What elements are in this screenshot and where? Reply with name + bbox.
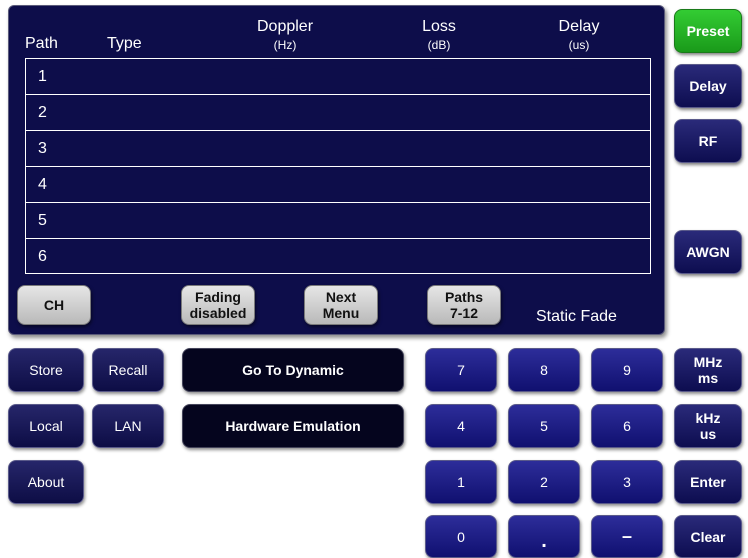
- path-number: 3: [38, 140, 47, 157]
- key-decimal[interactable]: .: [508, 515, 580, 558]
- paths-button-line2: 7-12: [449, 305, 479, 321]
- table-row[interactable]: 1: [26, 59, 650, 95]
- header-loss-label: Loss: [422, 18, 456, 35]
- preset-button[interactable]: Preset: [674, 9, 742, 53]
- table-row[interactable]: 5: [26, 203, 650, 239]
- key-7[interactable]: 7: [425, 348, 497, 392]
- ch-button-label: CH: [43, 297, 65, 313]
- header-loss-unit: (dB): [427, 38, 451, 52]
- table-row[interactable]: 3: [26, 131, 650, 167]
- recall-button[interactable]: Recall: [92, 348, 164, 392]
- header-delay-unit: (us): [568, 38, 590, 52]
- fade-mode-status: Static Fade: [536, 308, 617, 325]
- about-button[interactable]: About: [8, 460, 84, 504]
- delay-button[interactable]: Delay: [674, 64, 742, 108]
- mhz-ms-button[interactable]: MHz ms: [674, 348, 742, 392]
- key-4[interactable]: 4: [425, 404, 497, 448]
- header-path: Path: [25, 35, 58, 52]
- ms-label: ms: [697, 370, 719, 386]
- header-delay: Delay (us): [549, 18, 609, 52]
- clear-button[interactable]: Clear: [674, 515, 742, 558]
- key-0[interactable]: 0: [425, 515, 497, 558]
- hardware-emulation-button[interactable]: Hardware Emulation: [182, 404, 404, 448]
- key-1[interactable]: 1: [425, 460, 497, 504]
- fading-button-line1: Fading: [195, 289, 241, 305]
- key-2[interactable]: 2: [508, 460, 580, 504]
- fading-button-line2: disabled: [189, 305, 247, 321]
- header-loss: Loss (dB): [409, 18, 469, 52]
- store-button[interactable]: Store: [8, 348, 84, 392]
- path-number: 2: [38, 104, 47, 121]
- lan-button[interactable]: LAN: [92, 404, 164, 448]
- path-table: 1 2 3 4 5 6: [25, 58, 651, 274]
- table-row[interactable]: 2: [26, 95, 650, 131]
- path-number: 4: [38, 176, 47, 193]
- path-number: 1: [38, 68, 47, 85]
- next-menu-button[interactable]: Next Menu: [304, 285, 378, 325]
- awgn-button[interactable]: AWGN: [674, 230, 742, 274]
- header-doppler-unit: (Hz): [273, 38, 297, 52]
- enter-button[interactable]: Enter: [674, 460, 742, 504]
- table-row[interactable]: 6: [26, 239, 650, 275]
- local-button[interactable]: Local: [8, 404, 84, 448]
- key-minus[interactable]: –: [591, 515, 663, 558]
- header-delay-label: Delay: [558, 18, 600, 35]
- khz-us-button[interactable]: kHz us: [674, 404, 742, 448]
- key-5[interactable]: 5: [508, 404, 580, 448]
- paths-button[interactable]: Paths 7-12: [427, 285, 501, 325]
- table-row[interactable]: 4: [26, 167, 650, 203]
- path-number: 6: [38, 248, 47, 265]
- mhz-label: MHz: [693, 354, 723, 370]
- rf-button[interactable]: RF: [674, 119, 742, 163]
- key-8[interactable]: 8: [508, 348, 580, 392]
- path-number: 5: [38, 212, 47, 229]
- khz-label: kHz: [695, 410, 721, 426]
- ch-button[interactable]: CH: [17, 285, 91, 325]
- key-9[interactable]: 9: [591, 348, 663, 392]
- paths-button-line1: Paths: [444, 289, 484, 305]
- next-menu-line1: Next: [325, 289, 357, 305]
- channel-panel: Path Type Doppler (Hz) Loss (dB) Delay (…: [8, 5, 665, 335]
- next-menu-line2: Menu: [322, 305, 360, 321]
- go-to-dynamic-button[interactable]: Go To Dynamic: [182, 348, 404, 392]
- emulator-screen: Path Type Doppler (Hz) Loss (dB) Delay (…: [0, 0, 748, 558]
- header-type: Type: [107, 35, 142, 52]
- key-6[interactable]: 6: [591, 404, 663, 448]
- header-doppler: Doppler (Hz): [235, 18, 335, 52]
- fading-button[interactable]: Fading disabled: [181, 285, 255, 325]
- us-label: us: [699, 426, 717, 442]
- header-doppler-label: Doppler: [256, 18, 314, 35]
- key-3[interactable]: 3: [591, 460, 663, 504]
